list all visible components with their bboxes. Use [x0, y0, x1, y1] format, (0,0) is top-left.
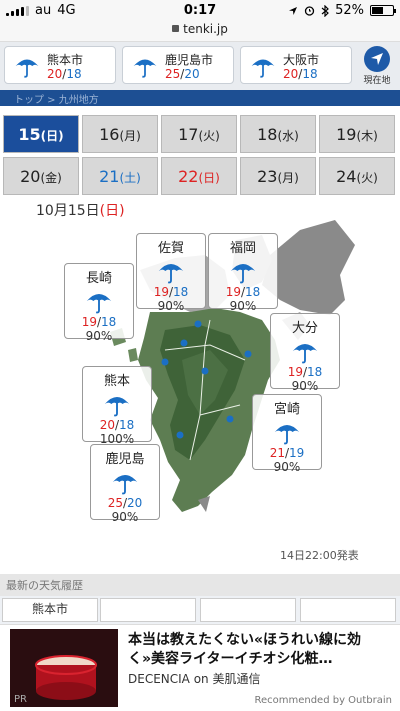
ad-headline[interactable]: 本当は教えたくない«ほうれい線に効く»美容ライターイチオシ化粧… [128, 631, 390, 669]
umbrella-icon [104, 396, 130, 417]
navigation-arrow-icon [364, 46, 390, 72]
battery-icon [370, 5, 396, 16]
ad-thumbnail[interactable]: PR [10, 629, 118, 707]
forecast-card-miyazaki[interactable]: 宮崎 21/19 90% [252, 394, 322, 474]
date-20[interactable]: 20(金) [3, 157, 79, 195]
forecast-temps: 25/20 [107, 496, 143, 510]
forecast-city: 宮崎 [273, 402, 300, 417]
address-bar[interactable]: tenki.jp [0, 22, 400, 42]
current-location-button[interactable]: 現在地 [358, 46, 396, 86]
date-22[interactable]: 22(日) [161, 157, 237, 195]
umbrella-icon [133, 59, 157, 78]
history-cell[interactable] [200, 598, 296, 622]
url-text: tenki.jp [183, 22, 228, 36]
forecast-pop: 90% [157, 299, 185, 313]
forecast-pop: 90% [111, 510, 139, 524]
forecast-city: 長崎 [85, 271, 112, 286]
forecast-city: 大分 [291, 321, 318, 336]
forecast-temps: 19/18 [287, 365, 323, 379]
alarm-icon [304, 6, 315, 16]
breadcrumb: トップ > 九州地方 [14, 95, 99, 106]
history-title: 最新の天気履歴 [6, 579, 83, 592]
date-24[interactable]: 24(火) [319, 157, 395, 195]
ad-sponsor: DECENCIA on 美肌通信 [128, 672, 261, 686]
umbrella-icon [251, 59, 275, 78]
forecast-temps: 21/19 [269, 446, 305, 460]
forecast-card-kumamoto[interactable]: 熊本 20/18 100% [82, 366, 152, 446]
city-tab-osaka[interactable]: 大阪市 20/18 [240, 46, 352, 84]
pr-label: PR [14, 694, 27, 705]
forecast-pop: 90% [273, 460, 301, 474]
lock-icon [172, 25, 180, 32]
bluetooth-icon [321, 4, 329, 17]
date-18[interactable]: 18(水) [240, 115, 316, 153]
breadcrumb-band: トップ > 九州地方 [0, 90, 400, 106]
forecast-pop: 90% [85, 329, 113, 343]
current-location-label: 現在地 [363, 76, 391, 86]
umbrella-icon [292, 343, 318, 364]
city-name: 鹿児島市 [165, 53, 214, 67]
umbrella-icon [274, 424, 300, 445]
weather-history-header: 最新の天気履歴 [0, 574, 400, 596]
forecast-pop: 90% [291, 379, 319, 393]
forecast-card-fukuoka[interactable]: 福岡 19/18 90% [208, 233, 278, 313]
history-city-tab[interactable]: 熊本市 [2, 598, 98, 622]
forecast-temps: 19/18 [153, 285, 189, 299]
date-15[interactable]: 15(日) [3, 115, 79, 153]
umbrella-icon [15, 59, 39, 78]
city-name: 大阪市 [283, 53, 320, 67]
status-right: 52% [288, 3, 396, 18]
forecast-card-nagasaki[interactable]: 長崎 19/18 90% [64, 263, 134, 343]
umbrella-icon [86, 293, 112, 314]
location-arrow-icon [289, 6, 298, 15]
forecast-card-kagoshima[interactable]: 鹿児島 25/20 90% [90, 444, 160, 524]
forecast-card-oita[interactable]: 大分 19/18 90% [270, 313, 340, 393]
forecast-card-saga[interactable]: 佐賀 19/18 90% [136, 233, 206, 313]
city-tab-kumamoto[interactable]: 熊本市 20/18 [4, 46, 116, 84]
favorite-cities-bar: 熊本市 20/18 鹿児島市 25/20 大阪市 20/18 現在地 [0, 42, 400, 90]
forecast-temps: 19/18 [81, 315, 117, 329]
city-name: 熊本市 [47, 53, 84, 67]
battery-percent: 52% [335, 3, 364, 18]
history-row: 熊本市 [0, 596, 400, 624]
issued-time: 14日22:00発表 [280, 549, 359, 562]
umbrella-icon [112, 474, 138, 495]
forecast-temps: 19/18 [225, 285, 261, 299]
forecast-city: 福岡 [229, 241, 256, 256]
outbrain-credit[interactable]: Recommended by Outbrain [254, 695, 392, 706]
history-icons [100, 598, 398, 622]
date-23[interactable]: 23(月) [240, 157, 316, 195]
umbrella-icon [230, 263, 256, 284]
forecast-city: 熊本 [103, 374, 130, 389]
forecast-city: 鹿児島 [105, 452, 145, 467]
date-19[interactable]: 19(木) [319, 115, 395, 153]
city-temps: 20/18 [283, 67, 318, 81]
ad-banner[interactable]: PR 本当は教えたくない«ほうれい線に効く»美容ライターイチオシ化粧… DECE… [0, 624, 400, 711]
status-bar: au 4G 0:17 52% [0, 0, 400, 22]
date-16[interactable]: 16(月) [82, 115, 158, 153]
date-17[interactable]: 17(火) [161, 115, 237, 153]
date-selector: 15(日) 16(月) 17(火) 18(水) 19(木) 20(金) 21(土… [0, 115, 400, 199]
forecast-city: 佐賀 [157, 241, 184, 256]
kyushu-weather-map: 10月15日(日) 佐賀 19/18 90% 福岡 19/18 90% 長崎 1… [0, 200, 400, 570]
city-temps: 25/20 [165, 67, 200, 81]
city-temps: 20/18 [47, 67, 82, 81]
history-cell[interactable] [100, 598, 196, 622]
forecast-temps: 20/18 [99, 418, 135, 432]
history-cell[interactable] [300, 598, 396, 622]
city-tab-kagoshima[interactable]: 鹿児島市 25/20 [122, 46, 234, 84]
forecast-pop: 90% [229, 299, 257, 313]
umbrella-icon [158, 263, 184, 284]
date-21[interactable]: 21(土) [82, 157, 158, 195]
